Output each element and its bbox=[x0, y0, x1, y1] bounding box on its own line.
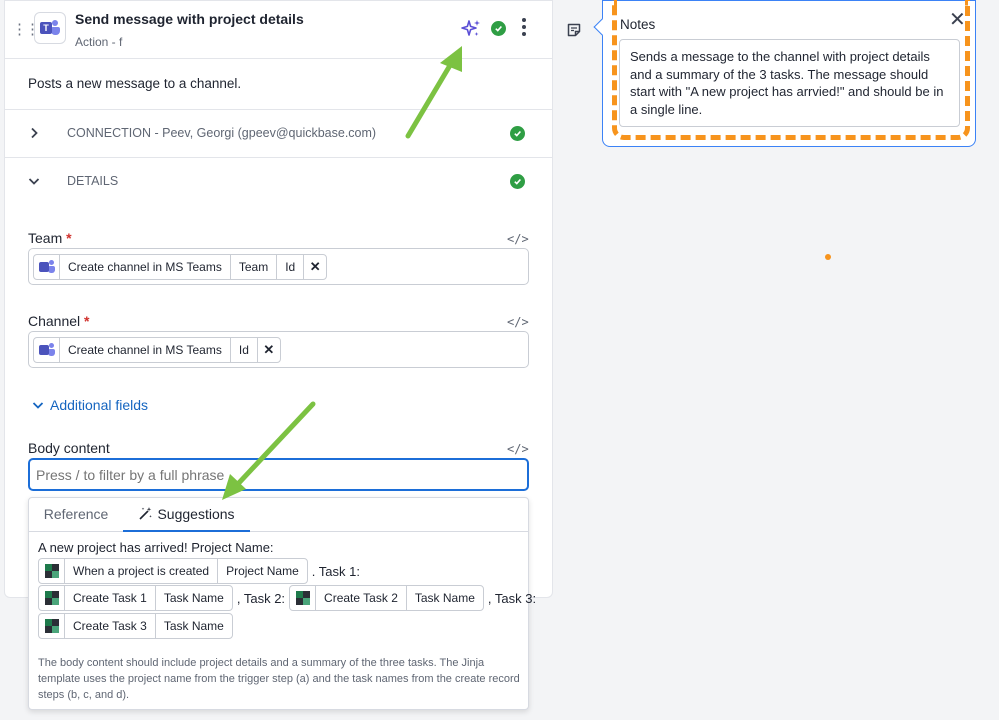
chevron-down-icon bbox=[28, 178, 40, 185]
chevron-down-icon bbox=[32, 402, 44, 409]
suggestion-heading: A new project has arrived! Project Name: bbox=[38, 540, 274, 555]
step-title: Send message with project details bbox=[75, 11, 304, 27]
team-field[interactable]: Create channel in MS Teams Team Id ✕ bbox=[28, 248, 529, 285]
connection-label: CONNECTION - Peev, Georgi (gpeev@quickba… bbox=[67, 126, 377, 140]
suggestions-panel: Reference Suggestions A new project has … bbox=[28, 497, 536, 710]
token-step: Create channel in MS Teams bbox=[60, 255, 231, 279]
annotation-dot bbox=[825, 254, 831, 260]
team-token[interactable]: Create channel in MS Teams Team Id ✕ bbox=[33, 254, 328, 280]
step-subtitle: Action - f bbox=[75, 35, 123, 49]
notes-textarea[interactable]: Sends a message to the channel with proj… bbox=[619, 39, 960, 127]
teams-icon bbox=[34, 338, 60, 362]
task2-token[interactable]: Create Task 2 Task Name bbox=[289, 585, 484, 611]
sparkle-icon[interactable] bbox=[460, 18, 482, 40]
teams-icon bbox=[34, 255, 60, 279]
body-content-input[interactable] bbox=[28, 458, 529, 491]
connection-section[interactable]: CONNECTION - Peev, Georgi (gpeev@quickba… bbox=[4, 109, 553, 157]
panel-tabs: Reference Suggestions bbox=[29, 498, 528, 532]
channel-token[interactable]: Create channel in MS Teams Id ✕ bbox=[33, 337, 281, 363]
token-step: Create Task 2 bbox=[316, 586, 407, 610]
magic-wand-icon bbox=[139, 507, 153, 520]
task3-token[interactable]: Create Task 3 Task Name bbox=[38, 613, 233, 639]
tab-suggestions[interactable]: Suggestions bbox=[123, 498, 250, 532]
details-label: DETAILS bbox=[67, 174, 119, 188]
suggestion-line: When a project is created Project Name .… bbox=[38, 558, 364, 584]
step-description: Posts a new message to a channel. bbox=[28, 76, 242, 91]
suggestion-explanation: The body content should include project … bbox=[38, 657, 520, 701]
quickbase-icon bbox=[290, 586, 317, 610]
code-icon[interactable]: </> bbox=[507, 315, 529, 329]
token-field: Project Name bbox=[226, 564, 299, 578]
details-section[interactable]: DETAILS bbox=[4, 157, 553, 205]
token-step: Create Task 3 bbox=[65, 614, 156, 638]
token-step: Create Task 1 bbox=[65, 586, 156, 610]
close-icon[interactable]: ✕ bbox=[304, 255, 326, 279]
token-field: Id bbox=[277, 255, 305, 279]
team-label: Team * bbox=[28, 230, 72, 246]
additional-fields-toggle[interactable]: Additional fields bbox=[32, 397, 148, 413]
divider bbox=[4, 58, 553, 59]
suggestion-text: , Task 3: bbox=[487, 590, 537, 606]
teams-icon: T bbox=[34, 12, 66, 44]
token-step: When a project is created bbox=[65, 559, 219, 583]
token-field: Team bbox=[231, 255, 278, 279]
token-field: Task Name bbox=[414, 591, 475, 605]
close-icon[interactable]: ✕ bbox=[258, 338, 280, 362]
body-content-label: Body content bbox=[28, 440, 110, 456]
check-icon bbox=[491, 21, 506, 36]
code-icon[interactable]: </> bbox=[507, 442, 529, 456]
kebab-icon[interactable] bbox=[521, 18, 527, 38]
quickbase-icon bbox=[39, 559, 65, 583]
notes-title: Notes bbox=[620, 17, 656, 32]
quickbase-icon bbox=[39, 586, 65, 610]
tab-reference[interactable]: Reference bbox=[29, 498, 123, 532]
suggestion-line: Create Task 3 Task Name bbox=[38, 613, 237, 639]
quickbase-icon bbox=[39, 614, 65, 638]
close-icon[interactable]: ✕ bbox=[949, 10, 966, 30]
token-field: Id bbox=[231, 338, 258, 362]
sticky-note-icon[interactable] bbox=[566, 22, 582, 38]
check-icon bbox=[510, 174, 525, 189]
suggestion-text: . Task 1: bbox=[311, 563, 360, 579]
token-step: Create channel in MS Teams bbox=[60, 338, 231, 362]
token-field: Task Name bbox=[163, 619, 224, 633]
token-field: Task Name bbox=[163, 591, 224, 605]
suggestion-line: Create Task 1 Task Name , Task 2: Create… bbox=[38, 585, 540, 611]
notes-popover: Notes ✕ Sends a message to the channel w… bbox=[593, 0, 976, 147]
code-icon[interactable]: </> bbox=[507, 232, 529, 246]
additional-fields-label: Additional fields bbox=[50, 397, 149, 413]
check-icon bbox=[510, 126, 525, 141]
channel-label: Channel * bbox=[28, 313, 90, 329]
task1-token[interactable]: Create Task 1 Task Name bbox=[38, 585, 233, 611]
trigger-token[interactable]: When a project is created Project Name bbox=[38, 558, 308, 584]
channel-field[interactable]: Create channel in MS Teams Id ✕ bbox=[28, 331, 529, 368]
popover-pointer bbox=[593, 18, 611, 36]
chevron-right-icon bbox=[31, 127, 38, 139]
suggestion-text: , Task 2: bbox=[236, 590, 286, 606]
